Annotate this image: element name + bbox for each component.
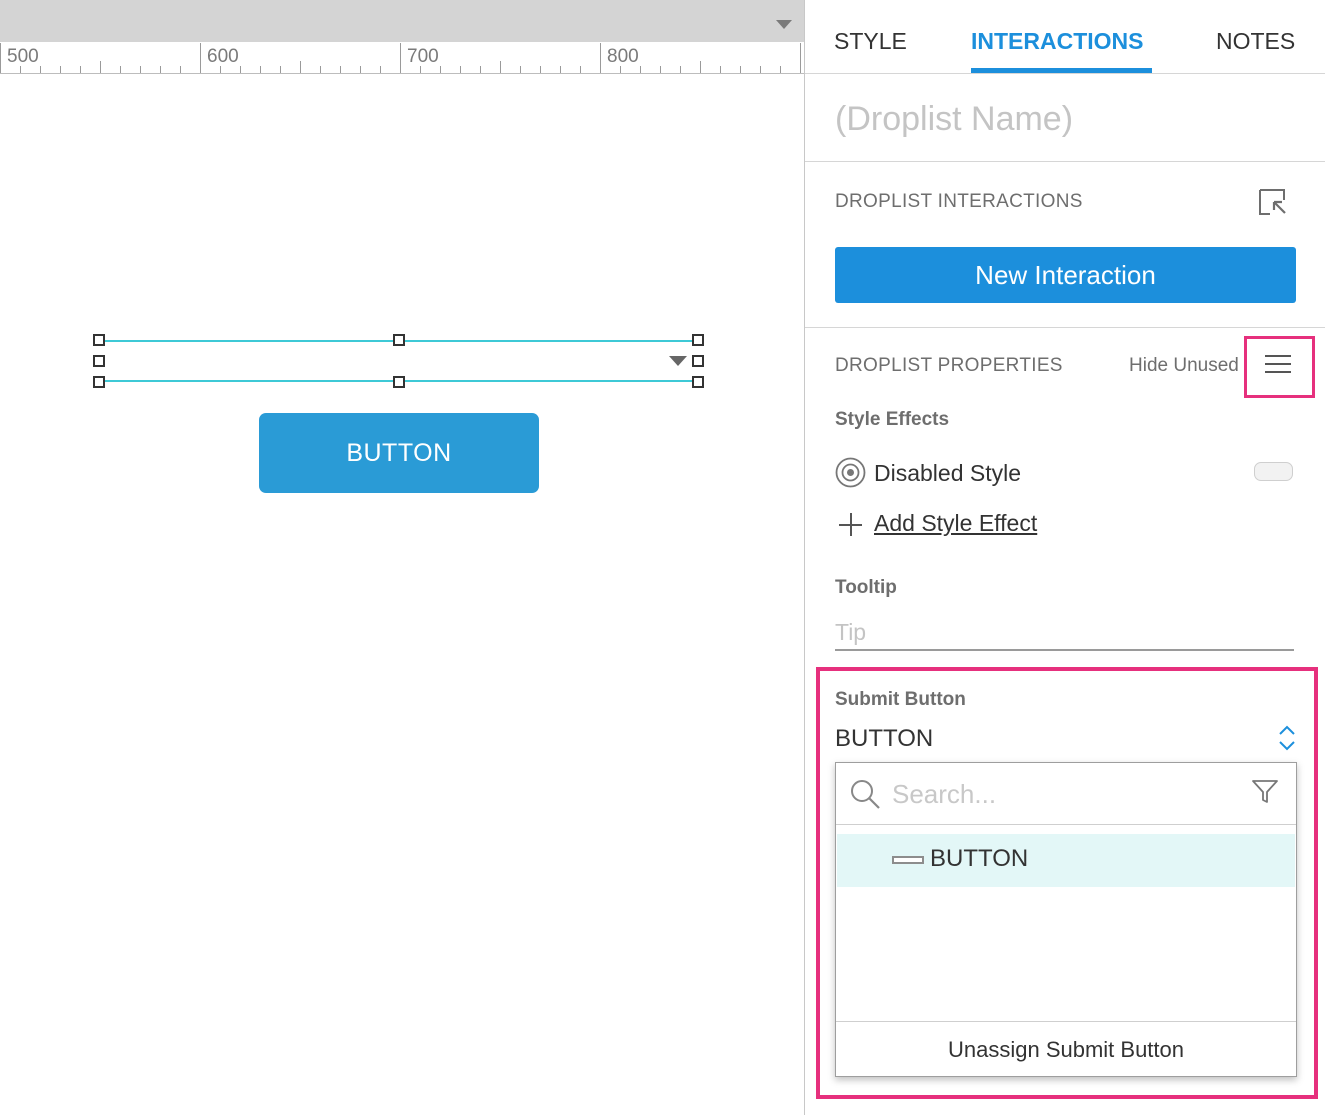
ruler-header-bar <box>0 0 804 42</box>
style-effects-title: Style Effects <box>835 409 950 430</box>
horizontal-ruler: 500 600 700 800 <box>0 42 804 74</box>
ruler-tick <box>760 66 761 73</box>
button-widget-icon <box>892 856 924 864</box>
canvas-button-widget[interactable]: BUTTON <box>259 413 539 493</box>
ruler-tick <box>560 66 561 73</box>
ruler-tick <box>300 61 301 73</box>
ruler-tick <box>780 66 781 73</box>
unassign-submit-button[interactable]: Unassign Submit Button <box>836 1023 1296 1076</box>
ruler-tick <box>80 66 81 73</box>
ruler-tick <box>480 66 481 73</box>
add-style-effect-link[interactable]: Add Style Effect <box>874 510 1037 537</box>
chevron-down-icon[interactable] <box>776 20 792 29</box>
filter-icon[interactable] <box>1251 779 1279 805</box>
widget-name-field[interactable]: (Droplist Name) <box>835 100 1073 139</box>
radio-target-icon[interactable] <box>835 457 866 488</box>
plus-icon[interactable] <box>839 513 862 536</box>
ruler-tick <box>420 66 421 73</box>
ruler-tick <box>720 66 721 73</box>
up-down-stepper-icon[interactable] <box>1278 723 1296 753</box>
ruler-tick <box>680 66 681 73</box>
inspector-tabs: STYLE INTERACTIONS NOTES <box>805 0 1325 74</box>
resize-handle[interactable] <box>692 355 704 367</box>
ruler-tick <box>40 66 41 73</box>
ruler-label: 600 <box>207 46 239 67</box>
chevron-down-icon <box>669 356 687 366</box>
ruler-label: 800 <box>607 46 639 67</box>
divider <box>836 824 1296 825</box>
hide-unused-toggle[interactable]: Hide Unused <box>1129 355 1239 377</box>
new-interaction-button[interactable]: New Interaction <box>835 247 1296 303</box>
ruler-label: 700 <box>407 46 439 67</box>
tab-interactions[interactable]: INTERACTIONS <box>971 28 1144 55</box>
ruler-tick <box>400 43 401 73</box>
ruler-tick <box>440 66 441 73</box>
ruler-tick <box>540 66 541 73</box>
ruler-tick <box>100 61 101 73</box>
ruler-tick <box>20 66 21 73</box>
ruler-tick <box>520 66 521 73</box>
dropdown-option-label: BUTTON <box>930 845 1029 872</box>
submit-button-dropdown: BUTTON Unassign Submit Button <box>835 762 1297 1077</box>
tooltip-title: Tooltip <box>835 577 897 598</box>
ruler-tick <box>120 66 121 73</box>
ruler-tick <box>320 66 321 73</box>
resize-handle[interactable] <box>93 376 105 388</box>
tab-notes[interactable]: NOTES <box>1216 28 1295 55</box>
ruler-tick <box>240 66 241 73</box>
search-icon <box>851 780 880 809</box>
ruler-tick <box>500 61 501 73</box>
resize-handle[interactable] <box>692 334 704 346</box>
ruler-tick <box>600 43 601 73</box>
resize-handle[interactable] <box>93 334 105 346</box>
ruler-tick <box>460 66 461 73</box>
resize-handle[interactable] <box>93 355 105 367</box>
ruler-tick <box>0 43 1 73</box>
search-input[interactable] <box>892 775 1232 813</box>
ruler-tick <box>700 61 701 73</box>
divider <box>836 1021 1296 1022</box>
pointer-select-icon[interactable] <box>1258 188 1288 216</box>
highlight-box <box>1244 336 1315 398</box>
submit-button-select[interactable]: BUTTON <box>835 725 933 753</box>
ruler-tick <box>660 66 661 73</box>
disabled-style-label[interactable]: Disabled Style <box>874 460 1021 487</box>
ruler-tick <box>220 66 221 73</box>
ruler-tick <box>360 66 361 73</box>
ruler-label: 500 <box>7 46 39 67</box>
active-tab-indicator <box>971 68 1152 73</box>
disabled-style-toggle[interactable] <box>1254 462 1293 481</box>
ruler-tick <box>60 66 61 73</box>
ruler-tick <box>640 66 641 73</box>
tooltip-input[interactable] <box>835 616 1294 651</box>
properties-section-title: DROPLIST PROPERTIES <box>835 355 1063 376</box>
ruler-tick <box>620 66 621 73</box>
ruler-tick <box>580 66 581 73</box>
ruler-tick <box>800 43 801 73</box>
ruler-tick <box>740 66 741 73</box>
ruler-tick <box>340 66 341 73</box>
resize-handle[interactable] <box>393 334 405 346</box>
resize-handle[interactable] <box>692 376 704 388</box>
divider <box>805 327 1325 328</box>
ruler-tick <box>140 66 141 73</box>
design-canvas[interactable]: BUTTON <box>0 75 804 1115</box>
submit-button-title: Submit Button <box>835 689 966 710</box>
dropdown-option[interactable]: BUTTON <box>837 834 1295 887</box>
ruler-tick <box>380 66 381 73</box>
interactions-section-title: DROPLIST INTERACTIONS <box>835 191 1083 212</box>
divider <box>805 161 1325 162</box>
ruler-tick <box>260 66 261 73</box>
ruler-tick <box>160 66 161 73</box>
ruler-tick <box>180 66 181 73</box>
inspector-panel: STYLE INTERACTIONS NOTES (Droplist Name)… <box>804 0 1325 1115</box>
ruler-tick <box>280 66 281 73</box>
ruler-tick <box>200 43 201 73</box>
resize-handle[interactable] <box>393 376 405 388</box>
tab-style[interactable]: STYLE <box>834 28 907 55</box>
droplist-widget[interactable] <box>93 334 704 388</box>
